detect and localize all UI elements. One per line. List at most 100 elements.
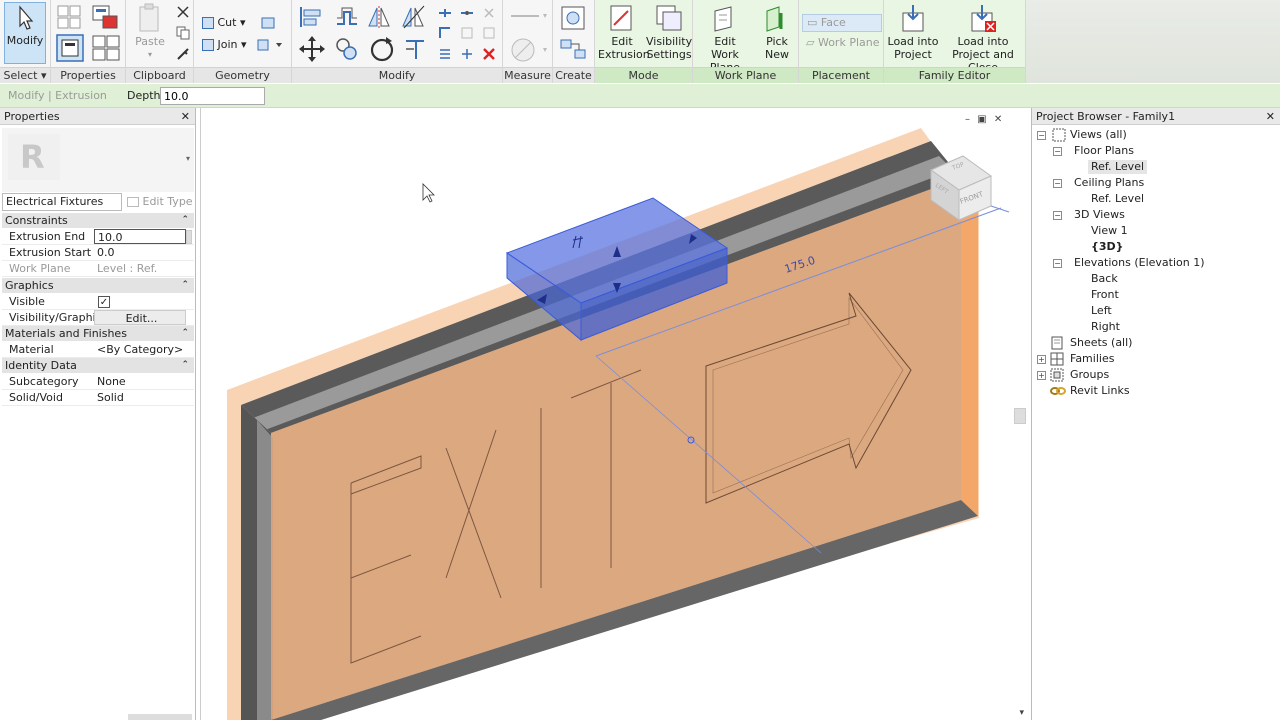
viewport-scroll-thumb[interactable] (1014, 408, 1026, 424)
cut-scissors-icon[interactable] (176, 5, 190, 19)
unpin-icon[interactable] (460, 47, 474, 61)
align-icon[interactable] (298, 4, 324, 30)
pin-icon-disabled[interactable] (482, 6, 496, 20)
modify-panel-label: Modify (292, 67, 502, 83)
match-properties-icon[interactable] (176, 47, 190, 61)
edit-work-plane-button[interactable]: Edit Work Plane (695, 2, 755, 74)
rotate-icon[interactable] (368, 35, 396, 63)
subcategory-key: Subcategory (9, 375, 79, 388)
trim-single-icon[interactable] (438, 26, 452, 40)
graphics-section[interactable]: Graphics ⌃ (2, 278, 194, 293)
create-group-icon[interactable] (559, 4, 587, 32)
scale-icon-disabled[interactable] (482, 26, 496, 40)
visibility-settings-button[interactable]: Visibility Settings (646, 2, 692, 61)
identity-section[interactable]: Identity Data ⌃ (2, 358, 194, 373)
visible-checkbox[interactable]: ✓ (98, 296, 110, 308)
tree-front[interactable]: Front (1091, 288, 1119, 302)
select-panel-label[interactable]: Select ▾ (0, 67, 50, 83)
create-similar-icon[interactable] (559, 36, 589, 62)
load-into-project-and-close-button[interactable]: Load into Project and Close (940, 2, 1026, 74)
tree-ceiling-plans[interactable]: Ceiling Plans (1074, 176, 1144, 190)
model-canvas[interactable]: 175.0 FRONT LEFT TOP (201, 108, 1030, 720)
load-into-project-button[interactable]: Load into Project (886, 2, 940, 61)
ceiling-plans-expander-icon[interactable]: − (1053, 179, 1062, 188)
trim-multiple-icon[interactable] (438, 47, 452, 61)
tree-elevations[interactable]: Elevations (Elevation 1) (1074, 256, 1205, 270)
instance-filter-dropdown[interactable]: Electrical Fixtures (1) ▾ (2, 193, 122, 224)
join-geometry-button[interactable]: Join ▾ (202, 37, 247, 53)
views-expander-icon[interactable]: − (1037, 131, 1046, 140)
edit-extrusion-button[interactable]: Edit Extrusion (598, 2, 650, 61)
measure-panel: Measure (503, 0, 553, 83)
split-face-icon[interactable] (260, 16, 276, 30)
view-minimize-icon[interactable]: – (965, 114, 970, 125)
tree-ceiling-ref-level[interactable]: Ref. Level (1091, 192, 1144, 206)
tree-view-1[interactable]: View 1 (1091, 224, 1128, 238)
3d-views-expander-icon[interactable]: − (1053, 211, 1062, 220)
family-category-icon[interactable] (91, 4, 121, 30)
extrusion-start-value[interactable]: 0.0 (94, 245, 186, 260)
properties-scroll-thumb[interactable] (186, 230, 192, 244)
tree-back[interactable]: Back (1091, 272, 1118, 286)
constraints-section[interactable]: Constraints ⌃ (2, 213, 194, 228)
tree-families[interactable]: Families (1070, 352, 1114, 366)
tree-sheets[interactable]: Sheets (all) (1070, 336, 1132, 350)
tree-3d-current[interactable]: {3D} (1091, 240, 1123, 254)
groups-expander-icon[interactable]: + (1037, 371, 1046, 380)
type-dropdown-arrow-icon[interactable]: ▾ (186, 154, 190, 163)
properties-icon[interactable] (56, 34, 84, 62)
drawing-area-3d[interactable]: 175.0 FRONT LEFT TOP – ▣ ✕ ▾ (200, 108, 1030, 720)
elevations-expander-icon[interactable]: − (1053, 259, 1062, 268)
copy-element-icon[interactable] (334, 35, 360, 63)
mirror-draw-axis-icon[interactable] (400, 4, 426, 30)
view-restore-icon[interactable]: ▣ (977, 114, 986, 125)
load-label-2: Project (894, 48, 932, 61)
families-expander-icon[interactable]: + (1037, 355, 1046, 364)
floor-plans-expander-icon[interactable]: − (1053, 147, 1062, 156)
tree-floor-plan-ref-level[interactable]: Ref. Level (1088, 160, 1148, 174)
dimension-icon[interactable] (509, 36, 547, 64)
pick-new-button[interactable]: Pick New (757, 2, 797, 61)
tree-groups[interactable]: Groups (1070, 368, 1109, 382)
properties-close-icon[interactable]: ✕ (181, 108, 190, 125)
extrusion-end-value[interactable]: 10.0 (94, 229, 186, 244)
cut-geometry-button[interactable]: Cut ▾ (202, 15, 246, 31)
subcategory-value[interactable]: None (94, 374, 186, 389)
family-types-icon[interactable] (56, 4, 84, 30)
material-value[interactable]: <By Category> (94, 342, 186, 357)
tree-revit-links[interactable]: Revit Links (1070, 384, 1130, 398)
offset-icon[interactable] (334, 4, 360, 30)
edit-type-button[interactable]: Edit Type (127, 194, 193, 210)
paste-button[interactable]: Paste ▾ (130, 2, 170, 61)
tree-right[interactable]: Right (1091, 320, 1120, 334)
face-button[interactable]: ▭ Face (802, 14, 882, 32)
viewport-scroll-down-icon[interactable]: ▾ (1019, 708, 1024, 718)
delete-icon[interactable] (482, 47, 496, 61)
placement-work-plane-button[interactable]: ▱ Work Plane (802, 35, 882, 51)
tree-views[interactable]: Views (all) (1070, 128, 1127, 142)
visibility-edit-button[interactable]: Edit... (94, 310, 186, 325)
tree-floor-plans[interactable]: Floor Plans (1074, 144, 1134, 158)
depth-input[interactable] (160, 87, 265, 105)
tree-left[interactable]: Left (1091, 304, 1112, 318)
solid-void-key: Solid/Void (9, 391, 63, 404)
mirror-pick-axis-icon[interactable] (366, 4, 392, 30)
solid-void-value[interactable]: Solid (94, 390, 186, 405)
modify-button[interactable]: Modify (4, 2, 46, 64)
trim-extend-icon[interactable] (402, 35, 428, 61)
move-icon[interactable] (298, 35, 326, 63)
type-properties-icon[interactable] (91, 34, 121, 62)
project-browser-close-icon[interactable]: ✕ (1266, 108, 1275, 125)
split-element-icon[interactable] (438, 6, 452, 20)
properties-hscroll[interactable] (128, 714, 192, 720)
measure-distance-icon[interactable] (509, 10, 547, 22)
depth-label: Depth (127, 89, 161, 102)
paint-icon[interactable] (256, 38, 284, 52)
split-gap-icon[interactable] (460, 6, 474, 20)
materials-section[interactable]: Materials and Finishes ⌃ (2, 326, 194, 341)
tree-3d-views[interactable]: 3D Views (1074, 208, 1125, 222)
array-icon-disabled[interactable] (460, 26, 474, 40)
view-close-icon[interactable]: ✕ (994, 114, 1002, 125)
work-plane-row: Work Plane Level : Ref. Level (2, 261, 194, 291)
copy-icon[interactable] (176, 26, 190, 40)
